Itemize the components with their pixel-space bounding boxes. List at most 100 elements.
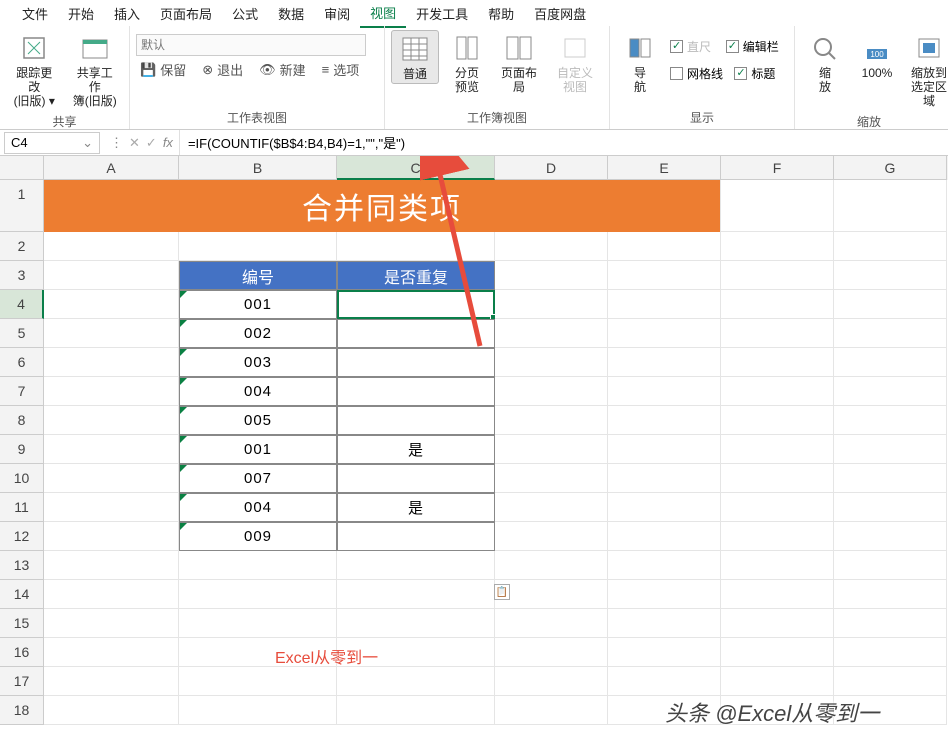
row-head-1[interactable]: 1 [0,180,44,232]
cell-C15[interactable] [337,609,495,638]
cell-F1[interactable] [721,180,834,232]
cell-F2[interactable] [721,232,834,261]
menu-data[interactable]: 数据 [268,0,314,27]
cell-G6[interactable] [834,348,947,377]
headings-checkbox[interactable] [734,67,747,80]
row-head-2[interactable]: 2 [0,232,44,261]
menu-pagelayout[interactable]: 页面布局 [150,0,222,27]
cell-B6[interactable]: 003 [179,348,337,377]
col-head-F[interactable]: F [721,156,834,180]
cancel-icon[interactable]: ✕ [129,135,140,151]
cell-A13[interactable] [44,551,179,580]
share-workbook-button[interactable]: 共享工作 簿(旧版) [67,30,124,110]
gridlines-checkbox[interactable] [670,67,683,80]
cell-G16[interactable] [834,638,947,667]
zoom-button[interactable]: 缩 放 [801,30,849,96]
col-head-C[interactable]: C [337,156,495,180]
cell-A16[interactable] [44,638,179,667]
cell-C3[interactable]: 是否重复 [337,261,495,290]
cell-F11[interactable] [721,493,834,522]
row-head-4[interactable]: 4 [0,290,44,319]
menu-file[interactable]: 文件 [12,0,58,27]
cell-D3[interactable] [495,261,608,290]
cell-B17[interactable] [179,667,337,696]
zoom-100-button[interactable]: 100 100% [853,30,901,82]
cell-A18[interactable] [44,696,179,725]
row-head-18[interactable]: 18 [0,696,44,725]
cell-D18[interactable] [495,696,608,725]
cell-A5[interactable] [44,319,179,348]
row-head-8[interactable]: 8 [0,406,44,435]
cell-C18[interactable] [337,696,495,725]
cell-G17[interactable] [834,667,947,696]
cell-F5[interactable] [721,319,834,348]
cell-B8[interactable]: 005 [179,406,337,435]
options-button[interactable]: ≡选项 [318,58,364,81]
cell-F15[interactable] [721,609,834,638]
cell-C11[interactable]: 是 [337,493,495,522]
menu-view[interactable]: 视图 [360,0,406,28]
cell-B7[interactable]: 004 [179,377,337,406]
cell-F6[interactable] [721,348,834,377]
cell-A15[interactable] [44,609,179,638]
cell-A17[interactable] [44,667,179,696]
cell-E5[interactable] [608,319,721,348]
cell-F8[interactable] [721,406,834,435]
cell-E6[interactable] [608,348,721,377]
menu-insert[interactable]: 插入 [104,0,150,27]
cell-A10[interactable] [44,464,179,493]
custom-view-button[interactable]: 自定义视图 [547,30,603,96]
cell-G10[interactable] [834,464,947,493]
cell-G15[interactable] [834,609,947,638]
cell-A4[interactable] [44,290,179,319]
cell-D13[interactable] [495,551,608,580]
cell-G8[interactable] [834,406,947,435]
cell-F9[interactable] [721,435,834,464]
cell-E15[interactable] [608,609,721,638]
col-head-B[interactable]: B [179,156,337,180]
col-head-E[interactable]: E [608,156,721,180]
cell-A11[interactable] [44,493,179,522]
cell-E8[interactable] [608,406,721,435]
cell-B5[interactable]: 002 [179,319,337,348]
menu-baidu[interactable]: 百度网盘 [524,0,596,27]
row-head-12[interactable]: 12 [0,522,44,551]
cell-G7[interactable] [834,377,947,406]
keep-button[interactable]: 💾保留 [136,58,190,81]
cell-D5[interactable] [495,319,608,348]
cell-F17[interactable] [721,667,834,696]
cell-E16[interactable] [608,638,721,667]
cell-G3[interactable] [834,261,947,290]
cell-F16[interactable] [721,638,834,667]
cell-A9[interactable] [44,435,179,464]
cell-B4[interactable]: 001 [179,290,337,319]
col-head-D[interactable]: D [495,156,608,180]
cell-F12[interactable] [721,522,834,551]
col-head-G[interactable]: G [834,156,947,180]
cell-D12[interactable] [495,522,608,551]
menu-review[interactable]: 审阅 [314,0,360,27]
cell-G12[interactable] [834,522,947,551]
cell-A14[interactable] [44,580,179,609]
cell-D6[interactable] [495,348,608,377]
cell-C8[interactable] [337,406,495,435]
menu-formula[interactable]: 公式 [222,0,268,27]
cell-D2[interactable] [495,232,608,261]
cell-A8[interactable] [44,406,179,435]
cell-E17[interactable] [608,667,721,696]
cell-E12[interactable] [608,522,721,551]
fx-icon[interactable]: fx [163,135,173,150]
normal-view-button[interactable]: 普通 [391,30,439,84]
zoom-selection-button[interactable]: 缩放到 选定区域 [905,30,948,110]
row-head-17[interactable]: 17 [0,667,44,696]
cell-G13[interactable] [834,551,947,580]
track-changes-button[interactable]: 跟踪更改 (旧版) ▾ [6,30,63,110]
row-head-10[interactable]: 10 [0,464,44,493]
cell-B14[interactable] [179,580,337,609]
menu-help[interactable]: 帮助 [478,0,524,27]
cell-E11[interactable] [608,493,721,522]
cell-F10[interactable] [721,464,834,493]
cell-B12[interactable]: 009 [179,522,337,551]
formula-input[interactable]: =IF(COUNTIF($B$4:B4,B4)=1,"","是") [180,133,948,152]
cell-C13[interactable] [337,551,495,580]
